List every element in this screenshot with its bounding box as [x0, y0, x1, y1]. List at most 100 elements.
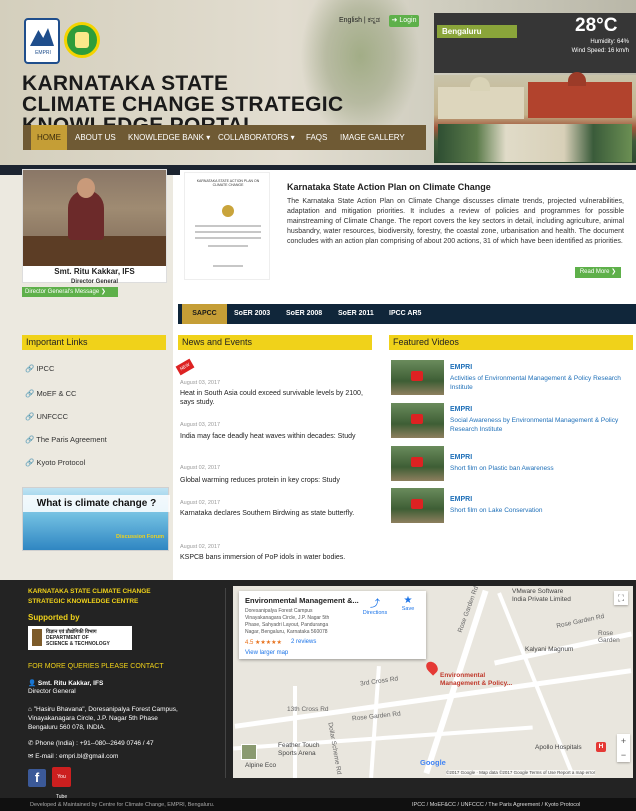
zoom-out-icon[interactable]: −	[617, 748, 630, 762]
video-org[interactable]: EMPRI	[450, 406, 472, 413]
google-logo: Google	[420, 758, 446, 767]
contact-phone-text: Phone (India) : +91--080--2649 0746 / 47	[35, 740, 154, 747]
map-directions-button[interactable]: ⤴ Directions	[361, 595, 389, 616]
directions-icon: ⤴	[370, 599, 380, 610]
weather-humidity: Humidity: 64%	[590, 39, 629, 45]
facebook-icon[interactable]: f	[28, 769, 46, 787]
map-reviews-link[interactable]: 2 reviews	[291, 639, 316, 645]
video-thumbnail[interactable]	[391, 446, 444, 481]
video-thumbnail[interactable]	[391, 403, 444, 438]
hospital-icon: H	[596, 742, 606, 752]
nav-knowledge-bank[interactable]: KNOWLEDGE BANK ▾	[128, 125, 210, 150]
news-item-5[interactable]: KSPCB bans immersion of PoP idols in wat…	[180, 553, 369, 562]
report-cover-title: KARNATAKA STATE ACTION PLAN ON CLIMATE C…	[196, 179, 260, 187]
empri-logo-text: EMPRI	[35, 50, 51, 56]
video-org[interactable]: EMPRI	[450, 454, 472, 461]
contact-phone: ✆ Phone (India) : +91--080--2649 0746 / …	[28, 739, 154, 747]
youtube-icon[interactable]: You Tube	[52, 767, 71, 800]
contact-address-line-1: ⌂ "Hasiru Bhavana", Doresanipalya Forest…	[28, 705, 178, 714]
vidhana-soudha-photo	[438, 77, 524, 119]
read-more-button[interactable]: Read More ❯	[575, 267, 621, 278]
map-larger-link[interactable]: View larger map	[245, 650, 288, 656]
credit-text: Developed & Maintained by Centre for Cli…	[30, 802, 215, 808]
map-place-card: Environmental Management &... Doresanipa…	[239, 591, 426, 659]
tab-ipcc-ar5[interactable]: IPCC AR5	[389, 304, 421, 324]
link-label: UNFCCC	[36, 412, 69, 421]
director-message-button[interactable]: Director General's Message ❯	[22, 287, 118, 297]
map-pin-label-line-1: Environmental	[440, 672, 486, 679]
contact-email-text: E-mail : empri.bl@gmail.com	[35, 753, 119, 760]
video-title-2[interactable]: Social Awareness by Environmental Manage…	[450, 416, 630, 434]
dst-logo[interactable]: विज्ञान एवं प्रौद्योगिकी विभाग DEPARTMEN…	[28, 626, 132, 650]
video-org[interactable]: EMPRI	[450, 364, 472, 371]
fullscreen-icon[interactable]: ⛶	[614, 591, 628, 605]
palace-photo	[438, 124, 632, 162]
nav-faqs[interactable]: FAQs	[306, 125, 327, 150]
link-label: The Paris Agreement	[36, 435, 107, 444]
banner-title: What is climate change ?	[23, 495, 170, 512]
news-item-4[interactable]: Karnataka declares Southern Birdwing as …	[180, 509, 369, 518]
map-street-label: 13th Cross Rd	[287, 706, 329, 713]
nav-image-gallery[interactable]: IMAGE GALLERY	[340, 125, 405, 150]
tab-soer-2008[interactable]: SoER 2008	[286, 304, 322, 324]
video-title-3[interactable]: Short film on Plastic ban Awareness	[450, 464, 630, 473]
contact-heading: FOR MORE QUERIES PLEASE CONTACT	[28, 663, 164, 670]
red-building-photo	[528, 72, 632, 118]
map-place-title: Environmental Management &...	[245, 596, 359, 605]
nav-about-us[interactable]: ABOUT US	[75, 125, 116, 150]
new-badge: NEW	[175, 358, 195, 376]
map-label-feather-touch-line-1: Feather Touch	[278, 742, 320, 749]
phone-icon: ✆	[28, 740, 34, 747]
news-heading: News and Events	[178, 335, 372, 350]
map-attribution[interactable]: ©2017 Google · Map data ©2017 Google Ter…	[446, 770, 596, 775]
map-save-button[interactable]: ★ Save	[395, 595, 421, 612]
nav-home[interactable]: HOME	[31, 125, 67, 150]
video-title-1[interactable]: Activities of Environmental Management &…	[450, 374, 630, 392]
language-switch[interactable]: English | ಕನ್ನಡ	[339, 17, 380, 25]
person-icon: 👤	[28, 680, 37, 687]
login-button[interactable]: ➜ Login	[389, 15, 419, 27]
map-place-address: Doresanipalya Forest Campus Vinayakanaga…	[245, 608, 355, 636]
tab-soer-2003[interactable]: SoER 2003	[234, 304, 270, 324]
footer-links[interactable]: IPCC / MoEF&CC / UNFCCC / The Paris Agre…	[412, 802, 580, 808]
zoom-in-icon[interactable]: +	[617, 734, 630, 748]
link-icon: 🔗	[25, 435, 35, 444]
tab-sapcc[interactable]: SAPCC	[182, 304, 227, 324]
map-label-vmware-line-1: VMware Software	[512, 588, 564, 595]
link-label: Kyoto Protocol	[36, 458, 86, 467]
map-save-label: Save	[401, 606, 415, 612]
map-pin-label-line-2: Management & Policy...	[440, 680, 513, 687]
nav-collaborators[interactable]: COLLABORATORS ▾	[218, 125, 295, 150]
news-item-2[interactable]: India may face deadly heat waves within …	[180, 432, 369, 441]
video-thumbnail[interactable]	[391, 360, 444, 395]
map-rating: 4.5 ★★★★★	[245, 640, 282, 646]
link-unfccc[interactable]: 🔗 UNFCCC	[25, 412, 68, 421]
contact-email[interactable]: ✉ E-mail : empri.bl@gmail.com	[28, 752, 118, 760]
link-paris-agreement[interactable]: 🔗 The Paris Agreement	[25, 435, 107, 444]
map-label-alpine-eco: Alpine Eco	[245, 762, 277, 769]
map-label-feather-touch-line-2: Sports Arena	[278, 750, 316, 757]
banner-subtitle: Discussion Forum	[116, 534, 164, 540]
map-zoom-control[interactable]: + −	[617, 734, 630, 762]
news-item-1[interactable]: Heat in South Asia could exceed survivab…	[180, 389, 369, 407]
tab-soer-2011[interactable]: SoER 2011	[338, 304, 374, 324]
video-title-4[interactable]: Short film on Lake Conservation	[450, 506, 630, 515]
link-kyoto-protocol[interactable]: 🔗 Kyoto Protocol	[25, 458, 85, 467]
climate-change-discussion-banner[interactable]: What is climate change ? Discussion Foru…	[22, 487, 170, 551]
link-ipcc[interactable]: 🔗 IPCC	[25, 364, 54, 373]
link-icon: 🔗	[25, 364, 35, 373]
contact-address-line-3: Bengaluru 560 078, INDIA.	[28, 724, 106, 731]
empri-logo[interactable]: EMPRI	[24, 18, 60, 64]
report-cover-image[interactable]: KARNATAKA STATE ACTION PLAN ON CLIMATE C…	[184, 172, 270, 280]
map-address-line-4: Nagar, Bengaluru, Karnataka 560078	[245, 629, 328, 635]
link-icon: 🔗	[25, 458, 35, 467]
link-moef[interactable]: 🔗 MoEF & CC	[25, 389, 76, 398]
director-name: Smt. Ritu Kakkar, IFS	[54, 267, 135, 276]
news-item-3[interactable]: Global warming reduces protein in key cr…	[180, 476, 369, 485]
video-thumbnail[interactable]	[391, 488, 444, 523]
star-icon: ★	[403, 595, 413, 606]
street-view-thumbnail[interactable]	[241, 744, 257, 760]
karnataka-emblem-logo	[64, 22, 100, 58]
map-label-vmware: VMware Software India Private Limited	[512, 588, 571, 604]
video-org[interactable]: EMPRI	[450, 496, 472, 503]
